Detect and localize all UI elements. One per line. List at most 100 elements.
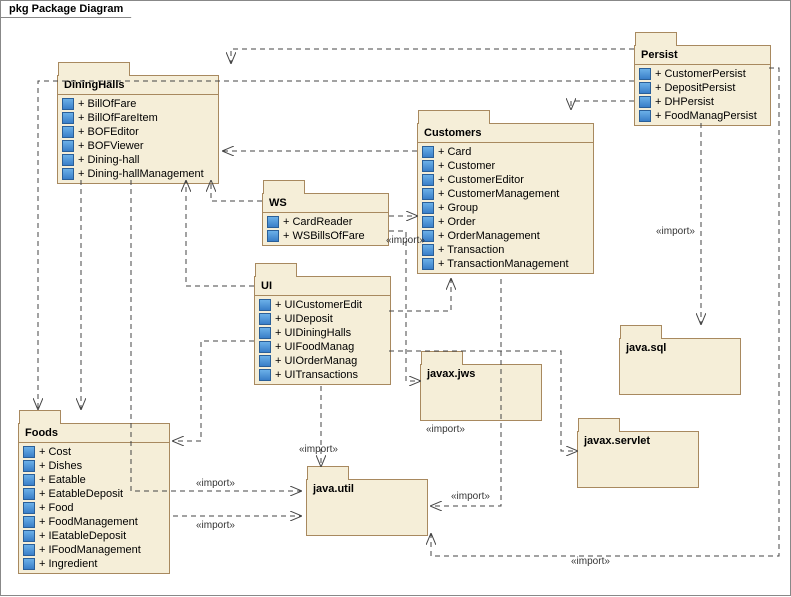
package-tab xyxy=(58,62,130,76)
class-item[interactable]: + DepositPersist xyxy=(639,81,766,95)
class-item[interactable]: + UIDiningHalls xyxy=(259,326,386,340)
class-item[interactable]: + Dishes xyxy=(23,459,165,473)
import-label: «import» xyxy=(196,520,235,531)
package-persist[interactable]: Persist + CustomerPersist + DepositPersi… xyxy=(634,45,771,126)
package-javautil[interactable]: java.util xyxy=(306,479,428,536)
package-tab xyxy=(418,110,490,124)
import-label: «import» xyxy=(571,556,610,567)
class-item[interactable]: + Dining-hall xyxy=(62,153,214,167)
class-item[interactable]: + Transaction xyxy=(422,243,589,257)
class-icon xyxy=(62,98,74,110)
package-tab xyxy=(307,466,349,480)
class-item[interactable]: + CustomerPersist xyxy=(639,67,766,81)
class-icon xyxy=(259,341,271,353)
class-item[interactable]: + Order xyxy=(422,215,589,229)
frame-title: pkg Package Diagram xyxy=(1,1,132,18)
class-icon xyxy=(422,174,434,186)
class-icon xyxy=(23,558,35,570)
class-icon xyxy=(259,355,271,367)
package-tab xyxy=(263,180,305,194)
class-item[interactable]: + UIDeposit xyxy=(259,312,386,326)
class-item[interactable]: + Ingredient xyxy=(23,557,165,571)
class-icon xyxy=(422,258,434,270)
package-name: javax.jws xyxy=(421,365,541,383)
class-icon xyxy=(267,230,279,242)
package-dininghalls[interactable]: DiningHalls + BillOfFare + BillOfFareIte… xyxy=(57,75,219,184)
import-label: «import» xyxy=(656,226,695,237)
class-icon xyxy=(23,460,35,472)
class-icon xyxy=(62,168,74,180)
package-body: + CardReader + WSBillsOfFare xyxy=(263,213,388,245)
package-ws[interactable]: WS + CardReader + WSBillsOfFare xyxy=(262,193,389,246)
import-label: «import» xyxy=(196,478,235,489)
package-foods[interactable]: Foods + Cost + Dishes + Eatable + Eatabl… xyxy=(18,423,170,574)
class-icon xyxy=(62,112,74,124)
class-item[interactable]: + UICustomerEdit xyxy=(259,298,386,312)
class-item[interactable]: + EatableDeposit xyxy=(23,487,165,501)
package-javaxservlet[interactable]: javax.servlet xyxy=(577,431,699,488)
package-name: java.sql xyxy=(620,339,740,357)
package-name: WS xyxy=(263,194,388,213)
package-name: DiningHalls xyxy=(58,76,218,95)
class-item[interactable]: + CustomerEditor xyxy=(422,173,589,187)
class-item[interactable]: + Dining-hallManagement xyxy=(62,167,214,181)
class-icon xyxy=(259,313,271,325)
class-item[interactable]: + Cost xyxy=(23,445,165,459)
class-item[interactable]: + CustomerManagement xyxy=(422,187,589,201)
package-tab xyxy=(578,418,620,432)
package-javaxjws[interactable]: javax.jws xyxy=(420,364,542,421)
class-item[interactable]: + Food xyxy=(23,501,165,515)
class-icon xyxy=(23,474,35,486)
class-icon xyxy=(62,140,74,152)
import-label: «import» xyxy=(386,235,425,246)
package-body: + UICustomerEdit + UIDeposit + UIDiningH… xyxy=(255,296,390,384)
class-item[interactable]: + BillOfFare xyxy=(62,97,214,111)
package-javasql[interactable]: java.sql xyxy=(619,338,741,395)
package-customers[interactable]: Customers + Card + Customer + CustomerEd… xyxy=(417,123,594,274)
class-icon xyxy=(23,488,35,500)
class-icon xyxy=(422,160,434,172)
class-item[interactable]: + BOFEditor xyxy=(62,125,214,139)
class-item[interactable]: + FoodManagement xyxy=(23,515,165,529)
class-item[interactable]: + UIOrderManag xyxy=(259,354,386,368)
package-tab xyxy=(620,325,662,339)
class-icon xyxy=(422,216,434,228)
class-icon xyxy=(259,299,271,311)
class-icon xyxy=(62,154,74,166)
class-item[interactable]: + UITransactions xyxy=(259,368,386,382)
class-icon xyxy=(422,202,434,214)
class-icon xyxy=(267,216,279,228)
package-name: Customers xyxy=(418,124,593,143)
class-item[interactable]: + Group xyxy=(422,201,589,215)
class-icon xyxy=(422,146,434,158)
package-name: UI xyxy=(255,277,390,296)
class-icon xyxy=(639,68,651,80)
package-tab xyxy=(635,32,677,46)
package-body: + CustomerPersist + DepositPersist + DHP… xyxy=(635,65,770,125)
class-item[interactable]: + Customer xyxy=(422,159,589,173)
class-item[interactable]: + FoodManagPersist xyxy=(639,109,766,123)
class-item[interactable]: + IFoodManagement xyxy=(23,543,165,557)
class-item[interactable]: + BOFViewer xyxy=(62,139,214,153)
class-item[interactable]: + IEatableDeposit xyxy=(23,529,165,543)
class-item[interactable]: + DHPersist xyxy=(639,95,766,109)
class-item[interactable]: + WSBillsOfFare xyxy=(267,229,384,243)
package-tab xyxy=(255,263,297,277)
class-icon xyxy=(23,516,35,528)
package-name: Foods xyxy=(19,424,169,443)
class-item[interactable]: + CardReader xyxy=(267,215,384,229)
class-icon xyxy=(639,110,651,122)
class-item[interactable]: + TransactionManagement xyxy=(422,257,589,271)
class-icon xyxy=(23,446,35,458)
package-ui[interactable]: UI + UICustomerEdit + UIDeposit + UIDini… xyxy=(254,276,391,385)
class-icon xyxy=(259,327,271,339)
class-item[interactable]: + UIFoodManag xyxy=(259,340,386,354)
class-item[interactable]: + BillOfFareItem xyxy=(62,111,214,125)
class-icon xyxy=(422,188,434,200)
class-item[interactable]: + OrderManagement xyxy=(422,229,589,243)
class-item[interactable]: + Eatable xyxy=(23,473,165,487)
diagram-canvas: pkg Package Diagram DiningHalls + BillOf… xyxy=(0,0,791,596)
class-item[interactable]: + Card xyxy=(422,145,589,159)
class-icon xyxy=(23,502,35,514)
class-icon xyxy=(23,530,35,542)
